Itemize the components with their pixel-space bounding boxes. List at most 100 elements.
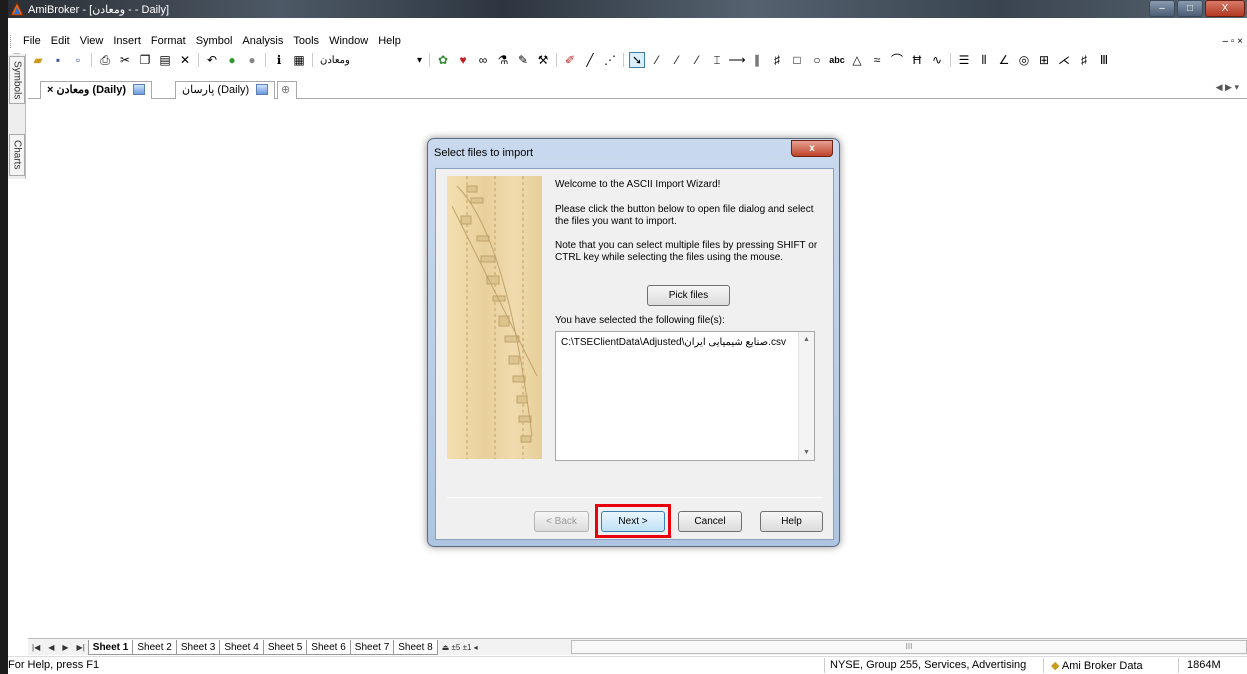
info-icon[interactable]: ℹ — [271, 52, 287, 68]
gann-fan-icon[interactable]: ⋌ — [1056, 52, 1072, 68]
save-icon[interactable]: ▪ — [50, 52, 66, 68]
sheet-nav-last[interactable]: ▶| — [73, 643, 89, 652]
menu-file[interactable]: File — [18, 33, 46, 50]
pen-color-icon[interactable]: ✐ — [562, 52, 578, 68]
arc-icon[interactable]: ⌒ — [889, 52, 905, 68]
window-title: AmiBroker - [ومعادن - - Daily] — [28, 4, 170, 16]
parallel-lines-icon[interactable]: ∥ — [749, 52, 765, 68]
help-button[interactable]: Help — [760, 511, 823, 532]
copy-icon[interactable]: ❐ — [137, 52, 153, 68]
sheet-nav-prev[interactable]: ◀ — [44, 643, 58, 652]
print-icon[interactable]: ⎙ — [97, 52, 113, 68]
doc-tab-active[interactable]: × ومعادن (Daily) — [40, 81, 153, 99]
fan-icon[interactable]: ♯ — [769, 52, 785, 68]
hh-icon[interactable]: Ħ — [909, 52, 925, 68]
mdi-controls[interactable]: – ▫ × — [1222, 33, 1243, 50]
selected-files-label: You have selected the following file(s): — [555, 315, 725, 326]
scroll-thumb-grip: III — [905, 642, 913, 651]
welcome-text: Welcome to the ASCII Import Wizard! — [555, 179, 721, 190]
close-button[interactable]: X — [1205, 0, 1245, 17]
undo-icon[interactable]: ↶ — [204, 52, 220, 68]
menu-analysis[interactable]: Analysis — [237, 33, 288, 50]
pattern-icon[interactable]: ✿ — [435, 52, 451, 68]
scan-icon[interactable]: ✎ — [515, 52, 531, 68]
sheet-tab-1[interactable]: Sheet 1 — [87, 639, 134, 655]
tool-icon[interactable]: ⚒ — [535, 52, 551, 68]
heart-icon[interactable]: ♥ — [455, 52, 471, 68]
grid-icon[interactable]: ⊞ — [1036, 52, 1052, 68]
tab-scroll-arrows[interactable]: ◀ ▶ ▾ — [1216, 82, 1239, 93]
menu-format[interactable]: Format — [146, 33, 191, 50]
minimize-button[interactable]: – — [1149, 0, 1175, 17]
side-panel-tabs: Symbols Charts — [8, 54, 26, 179]
open-icon[interactable]: ▰ — [30, 52, 46, 68]
status-symbol-info: NYSE, Group 255, Services, Advertising — [830, 659, 1027, 671]
ray-line-icon[interactable]: ⁄ — [669, 52, 685, 68]
maximize-button[interactable]: □ — [1177, 0, 1203, 17]
paste-icon[interactable]: ▤ — [157, 52, 173, 68]
hill-icon[interactable]: Ⅲ — [1096, 52, 1112, 68]
sheet-tab-3[interactable]: Sheet 3 — [175, 639, 221, 655]
calendar-icon[interactable]: ▦ — [291, 52, 307, 68]
trend-line-icon[interactable]: ⁄ — [649, 52, 665, 68]
dialog-close-button[interactable]: x — [791, 140, 833, 157]
ellipse-icon[interactable]: ○ — [809, 52, 825, 68]
menu-window[interactable]: Window — [324, 33, 373, 50]
tab-charts[interactable]: Charts — [9, 134, 25, 176]
file-list-scrollbar[interactable]: ▲ ▼ — [798, 332, 814, 460]
symbol-combo[interactable]: ومعادن ▾ — [316, 52, 426, 68]
sheet-options-icon[interactable]: ⏏ ±5 ±1 ◂ — [438, 643, 482, 652]
back-icon[interactable]: ● — [224, 52, 240, 68]
wave-icon[interactable]: ∿ — [929, 52, 945, 68]
glasses-icon[interactable]: ∞ — [475, 52, 491, 68]
triangle-icon[interactable]: △ — [849, 52, 865, 68]
dotted-line-icon[interactable]: ⋰ — [602, 52, 618, 68]
select-cursor-icon[interactable]: ➘ — [629, 52, 645, 68]
selected-files-list[interactable]: C:\TSEClientData\Adjusted\صنایع شیمیایی … — [555, 331, 815, 461]
horizontal-scrollbar[interactable]: III — [571, 640, 1247, 654]
forward-icon[interactable]: ● — [244, 52, 260, 68]
pick-files-button[interactable]: Pick files — [647, 285, 730, 306]
fib-retracement-icon[interactable]: ☰ — [956, 52, 972, 68]
sheet-tab-5[interactable]: Sheet 5 — [262, 639, 308, 655]
doc-tab[interactable]: پارسان (Daily) — [175, 81, 276, 99]
zigzag-icon[interactable]: ≈ — [869, 52, 885, 68]
rectangle-icon[interactable]: □ — [789, 52, 805, 68]
doc-tab-close[interactable]: × — [47, 84, 53, 96]
gann-square-icon[interactable]: ♯ — [1076, 52, 1092, 68]
sheet-nav-next[interactable]: ▶ — [58, 643, 72, 652]
menu-view[interactable]: View — [75, 33, 109, 50]
menu-symbol[interactable]: Symbol — [191, 33, 238, 50]
text-icon[interactable]: abc — [829, 52, 845, 68]
sheet-tab-4[interactable]: Sheet 4 — [219, 639, 264, 655]
scroll-up-icon[interactable]: ▲ — [803, 336, 810, 343]
delete-icon[interactable]: ✕ — [177, 52, 193, 68]
cancel-button[interactable]: Cancel — [678, 511, 742, 532]
sheet-tab-8[interactable]: Sheet 8 — [393, 639, 438, 655]
horizontal-line-icon[interactable]: ⟶ — [728, 52, 745, 68]
status-memory: 1864M — [1187, 659, 1221, 671]
extended-line-icon[interactable]: ⁄ — [689, 52, 705, 68]
sheet-nav-first[interactable]: |◀ — [28, 643, 44, 652]
save-all-icon[interactable]: ▫ — [70, 52, 86, 68]
back-button[interactable]: < Back — [534, 511, 589, 532]
sheet-tab-2[interactable]: Sheet 2 — [132, 639, 177, 655]
menu-help[interactable]: Help — [373, 33, 406, 50]
sheet-tab-6[interactable]: Sheet 6 — [306, 639, 351, 655]
file-entry[interactable]: C:\TSEClientData\Adjusted\صنایع شیمیایی … — [561, 337, 786, 348]
vertical-line-icon[interactable]: ⌶ — [709, 52, 725, 68]
menu-insert[interactable]: Insert — [108, 33, 146, 50]
menu-tools[interactable]: Tools — [288, 33, 324, 50]
sheet-tab-7[interactable]: Sheet 7 — [349, 639, 395, 655]
fib-fan-icon[interactable]: ∠ — [996, 52, 1012, 68]
line-width-icon[interactable]: ╱ — [582, 52, 598, 68]
toolbar-separator — [198, 53, 199, 67]
fib-timezones-icon[interactable]: ⦀ — [976, 52, 992, 68]
analysis-icon[interactable]: ⚗ — [495, 52, 511, 68]
cut-icon[interactable]: ✂ — [117, 52, 133, 68]
scroll-down-icon[interactable]: ▼ — [803, 449, 810, 456]
new-tab-button[interactable]: ⊕ — [277, 81, 297, 99]
menu-edit[interactable]: Edit — [46, 33, 75, 50]
tab-symbols[interactable]: Symbols — [9, 56, 25, 104]
fib-arcs-icon[interactable]: ◎ — [1016, 52, 1032, 68]
